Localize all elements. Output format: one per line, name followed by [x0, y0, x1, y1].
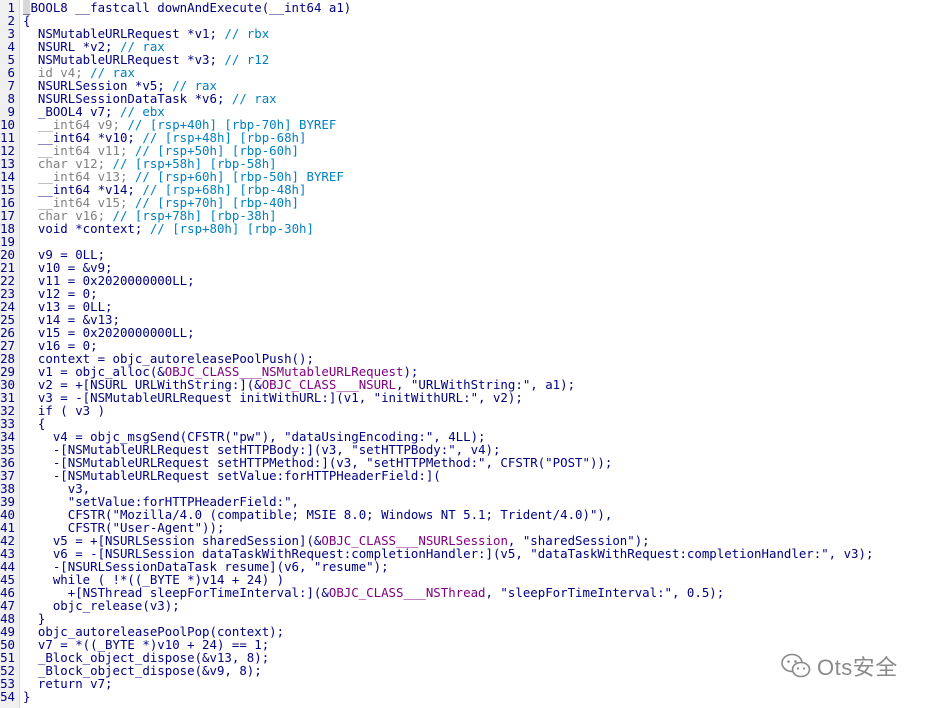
code-line[interactable]: 20 v9 = 0LL;	[0, 248, 942, 261]
comment-token: // rax	[231, 91, 277, 106]
code-line[interactable]: 18 void *context; // [rsp+80h] [rbp-30h]	[0, 222, 942, 235]
comment-token: // [rsp+80h] [rbp-30h]	[149, 221, 314, 236]
code-token: return v7;	[23, 676, 113, 691]
code-text: }	[23, 690, 30, 703]
code-line[interactable]: 24 v13 = 0LL;	[0, 300, 942, 313]
line-number: 54	[0, 689, 15, 704]
comment-token: // rbx	[224, 26, 270, 41]
watermark-text: Ots安全	[817, 655, 898, 680]
code-text: objc_release(v3);	[23, 599, 180, 612]
code-line[interactable]: 37 -[NSMutableURLRequest setValue:forHTT…	[0, 469, 942, 482]
code-token-rest: BOOL8 __fastcall downAndExecute(__int64 …	[30, 0, 352, 15]
code-token: _BOOL8 __fastcall downAndExecute(__int64…	[23, 0, 351, 15]
code-text: _BOOL8 __fastcall downAndExecute(__int64…	[23, 0, 351, 15]
code-line[interactable]: 22 v11 = 0x2020000000LL;	[0, 274, 942, 287]
code-line[interactable]: 32 if ( v3 )	[0, 404, 942, 417]
code-text: return v7;	[23, 677, 113, 690]
wechat-icon	[781, 653, 811, 678]
code-text: void *context; // [rsp+80h] [rbp-30h]	[23, 222, 314, 235]
code-token: objc_release(v3);	[23, 598, 180, 613]
code-line[interactable]: 54}	[0, 690, 942, 703]
code-line[interactable]: 31 v3 = -[NSMutableURLRequest initWithUR…	[0, 391, 942, 404]
code-line[interactable]: 26 v15 = 0x2020000000LL;	[0, 326, 942, 339]
symbol-token: OBJC_CLASS___NSThread	[328, 585, 486, 600]
pseudocode-editor[interactable]: 1 _BOOL8 __fastcall downAndExecute(__int6…	[0, 0, 942, 708]
code-token: }	[23, 689, 31, 704]
code-line[interactable]: 23 v12 = 0;	[0, 287, 942, 300]
code-line[interactable]: 1 _BOOL8 __fastcall downAndExecute(__int6…	[0, 0, 942, 15]
code-token: void *context;	[23, 221, 150, 236]
code-token: , "sleepForTimeInterval:", 0.5);	[485, 585, 725, 600]
watermark: Ots安全	[781, 648, 898, 684]
code-line[interactable]: 47 objc_release(v3);	[0, 599, 942, 612]
comment-token: // r12	[224, 52, 270, 67]
code-line[interactable]: 5 NSMutableURLRequest *v3; // r12	[0, 53, 942, 66]
code-line[interactable]: 19	[0, 235, 942, 248]
